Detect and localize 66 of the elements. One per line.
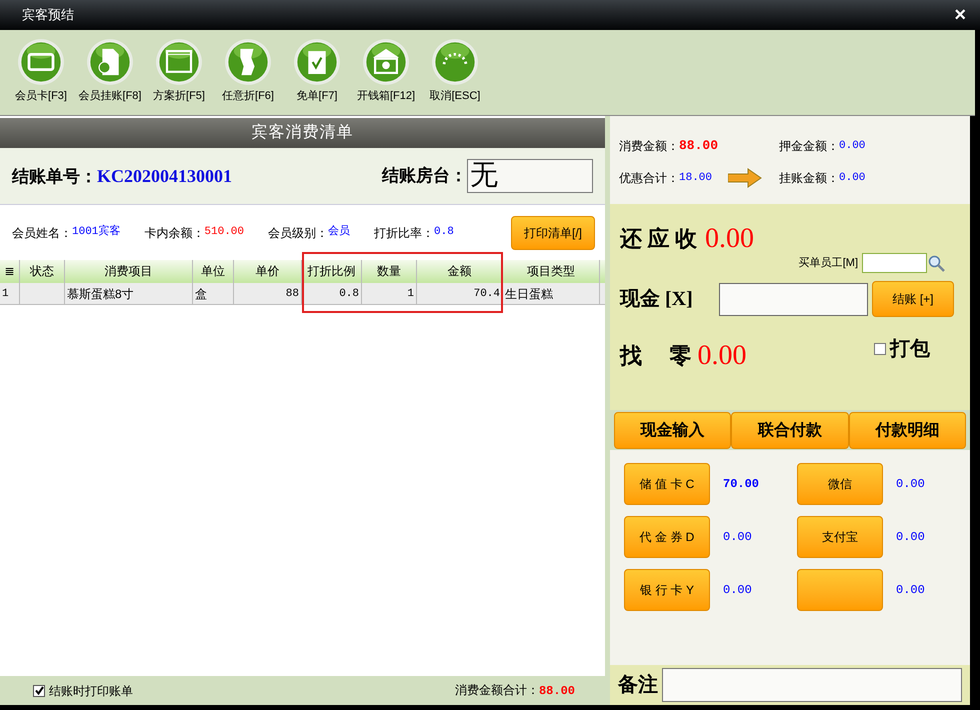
bill-number: KC202004130001	[97, 164, 232, 188]
toolbar-button[interactable]: 任意折[F6]	[215, 38, 281, 104]
table-cell: 88	[234, 283, 302, 304]
total-value: 88.00	[538, 683, 575, 700]
checkout-button[interactable]: 结账 [+]	[872, 281, 954, 317]
table-cell: 1	[0, 283, 20, 304]
payment-amount: 0.00	[896, 582, 925, 599]
payment-mode-button[interactable]: 联合付款	[731, 412, 849, 449]
toolbar-button[interactable]: 会员卡[F3]	[8, 38, 74, 104]
summary-value: 0.00	[839, 138, 866, 154]
payment-mode-button[interactable]: 现金输入	[614, 412, 732, 449]
payment-method-button[interactable]: 微信	[797, 463, 883, 505]
window-title: 宾客预结	[22, 6, 74, 24]
toolbar-button[interactable]: 开钱箱[F12]	[353, 38, 419, 104]
summary-label: 优惠合计：	[619, 170, 679, 187]
table-cell: 生日蛋糕	[503, 283, 600, 304]
table-cell: 0.8	[302, 283, 362, 304]
room-label: 结账房台：	[382, 165, 467, 188]
due-label: 还 应 收	[620, 225, 697, 253]
member-label: 会员姓名：	[12, 225, 72, 242]
member-label: 会员级别：	[268, 226, 328, 242]
table-row[interactable]: 1 慕斯蛋糕8寸 盒 88 0.8 1 70.4 生日蛋糕	[0, 283, 605, 305]
summary-value: 18.00	[679, 170, 712, 186]
change-value: 0.00	[698, 342, 746, 370]
print-list-button[interactable]: 打印清单[/]	[511, 216, 595, 250]
summary-value: 0.00	[839, 170, 866, 186]
list-title: 宾客消费清单	[252, 122, 354, 143]
table-cell: 慕斯蛋糕8寸	[65, 283, 193, 304]
toolbar-button[interactable]: 取消[ESC]	[422, 38, 488, 104]
member-label: 卡内余额：	[144, 225, 204, 242]
checkbox-label: 结账时打印账单	[49, 682, 133, 700]
remark-label: 备注	[618, 672, 658, 698]
member-label: 打折比率：	[374, 225, 434, 242]
member-value: 510.00	[204, 225, 244, 240]
member-value: 0.8	[434, 225, 454, 240]
member-value: 会员	[328, 224, 350, 240]
staff-label: 买单员工[M]	[798, 256, 858, 271]
toolbar-button[interactable]: 会员挂账[F8]	[77, 38, 143, 104]
payment-method-button[interactable]: 储 值 卡 C	[624, 463, 710, 505]
payment-amount: 0.00	[896, 529, 925, 546]
payment-amount: 70.00	[723, 476, 760, 493]
payment-method-button[interactable]: 银 行 卡 Y	[624, 569, 710, 611]
summary-label: 消费金额：	[619, 138, 679, 155]
toolbar-button[interactable]: 方案折[F5]	[146, 38, 212, 104]
payment-mode-button[interactable]: 付款明细	[848, 412, 966, 449]
bill-number-label: 结账单号：	[12, 166, 97, 188]
due-value: 0.00	[705, 224, 754, 252]
payment-amount: 0.00	[723, 582, 752, 599]
summary-value: 88.00	[679, 137, 718, 156]
checkbox-label: 打包	[890, 336, 930, 362]
table-cell: 盒	[193, 283, 234, 304]
change-label: 找 零	[620, 342, 692, 370]
total-label: 消费金额合计：	[454, 682, 539, 699]
payment-amount: 0.00	[723, 529, 752, 546]
summary-label: 押金金额：	[779, 138, 839, 155]
table-cell: 70.4	[417, 283, 503, 304]
room-field: 无	[467, 159, 593, 193]
cash-label: 现金 [X]	[620, 287, 694, 312]
table-cell: 1	[362, 283, 417, 304]
payment-amount: 0.00	[896, 476, 925, 493]
close-button[interactable]: ×	[954, 5, 966, 25]
toolbar-button[interactable]: 免单[F7]	[284, 38, 350, 104]
member-value: 1001宾客	[72, 224, 120, 240]
payment-method-button[interactable]: 代 金 券 D	[624, 516, 710, 558]
payment-method-button[interactable]: 支付宝	[797, 516, 883, 558]
summary-label: 挂账金额：	[779, 170, 839, 187]
